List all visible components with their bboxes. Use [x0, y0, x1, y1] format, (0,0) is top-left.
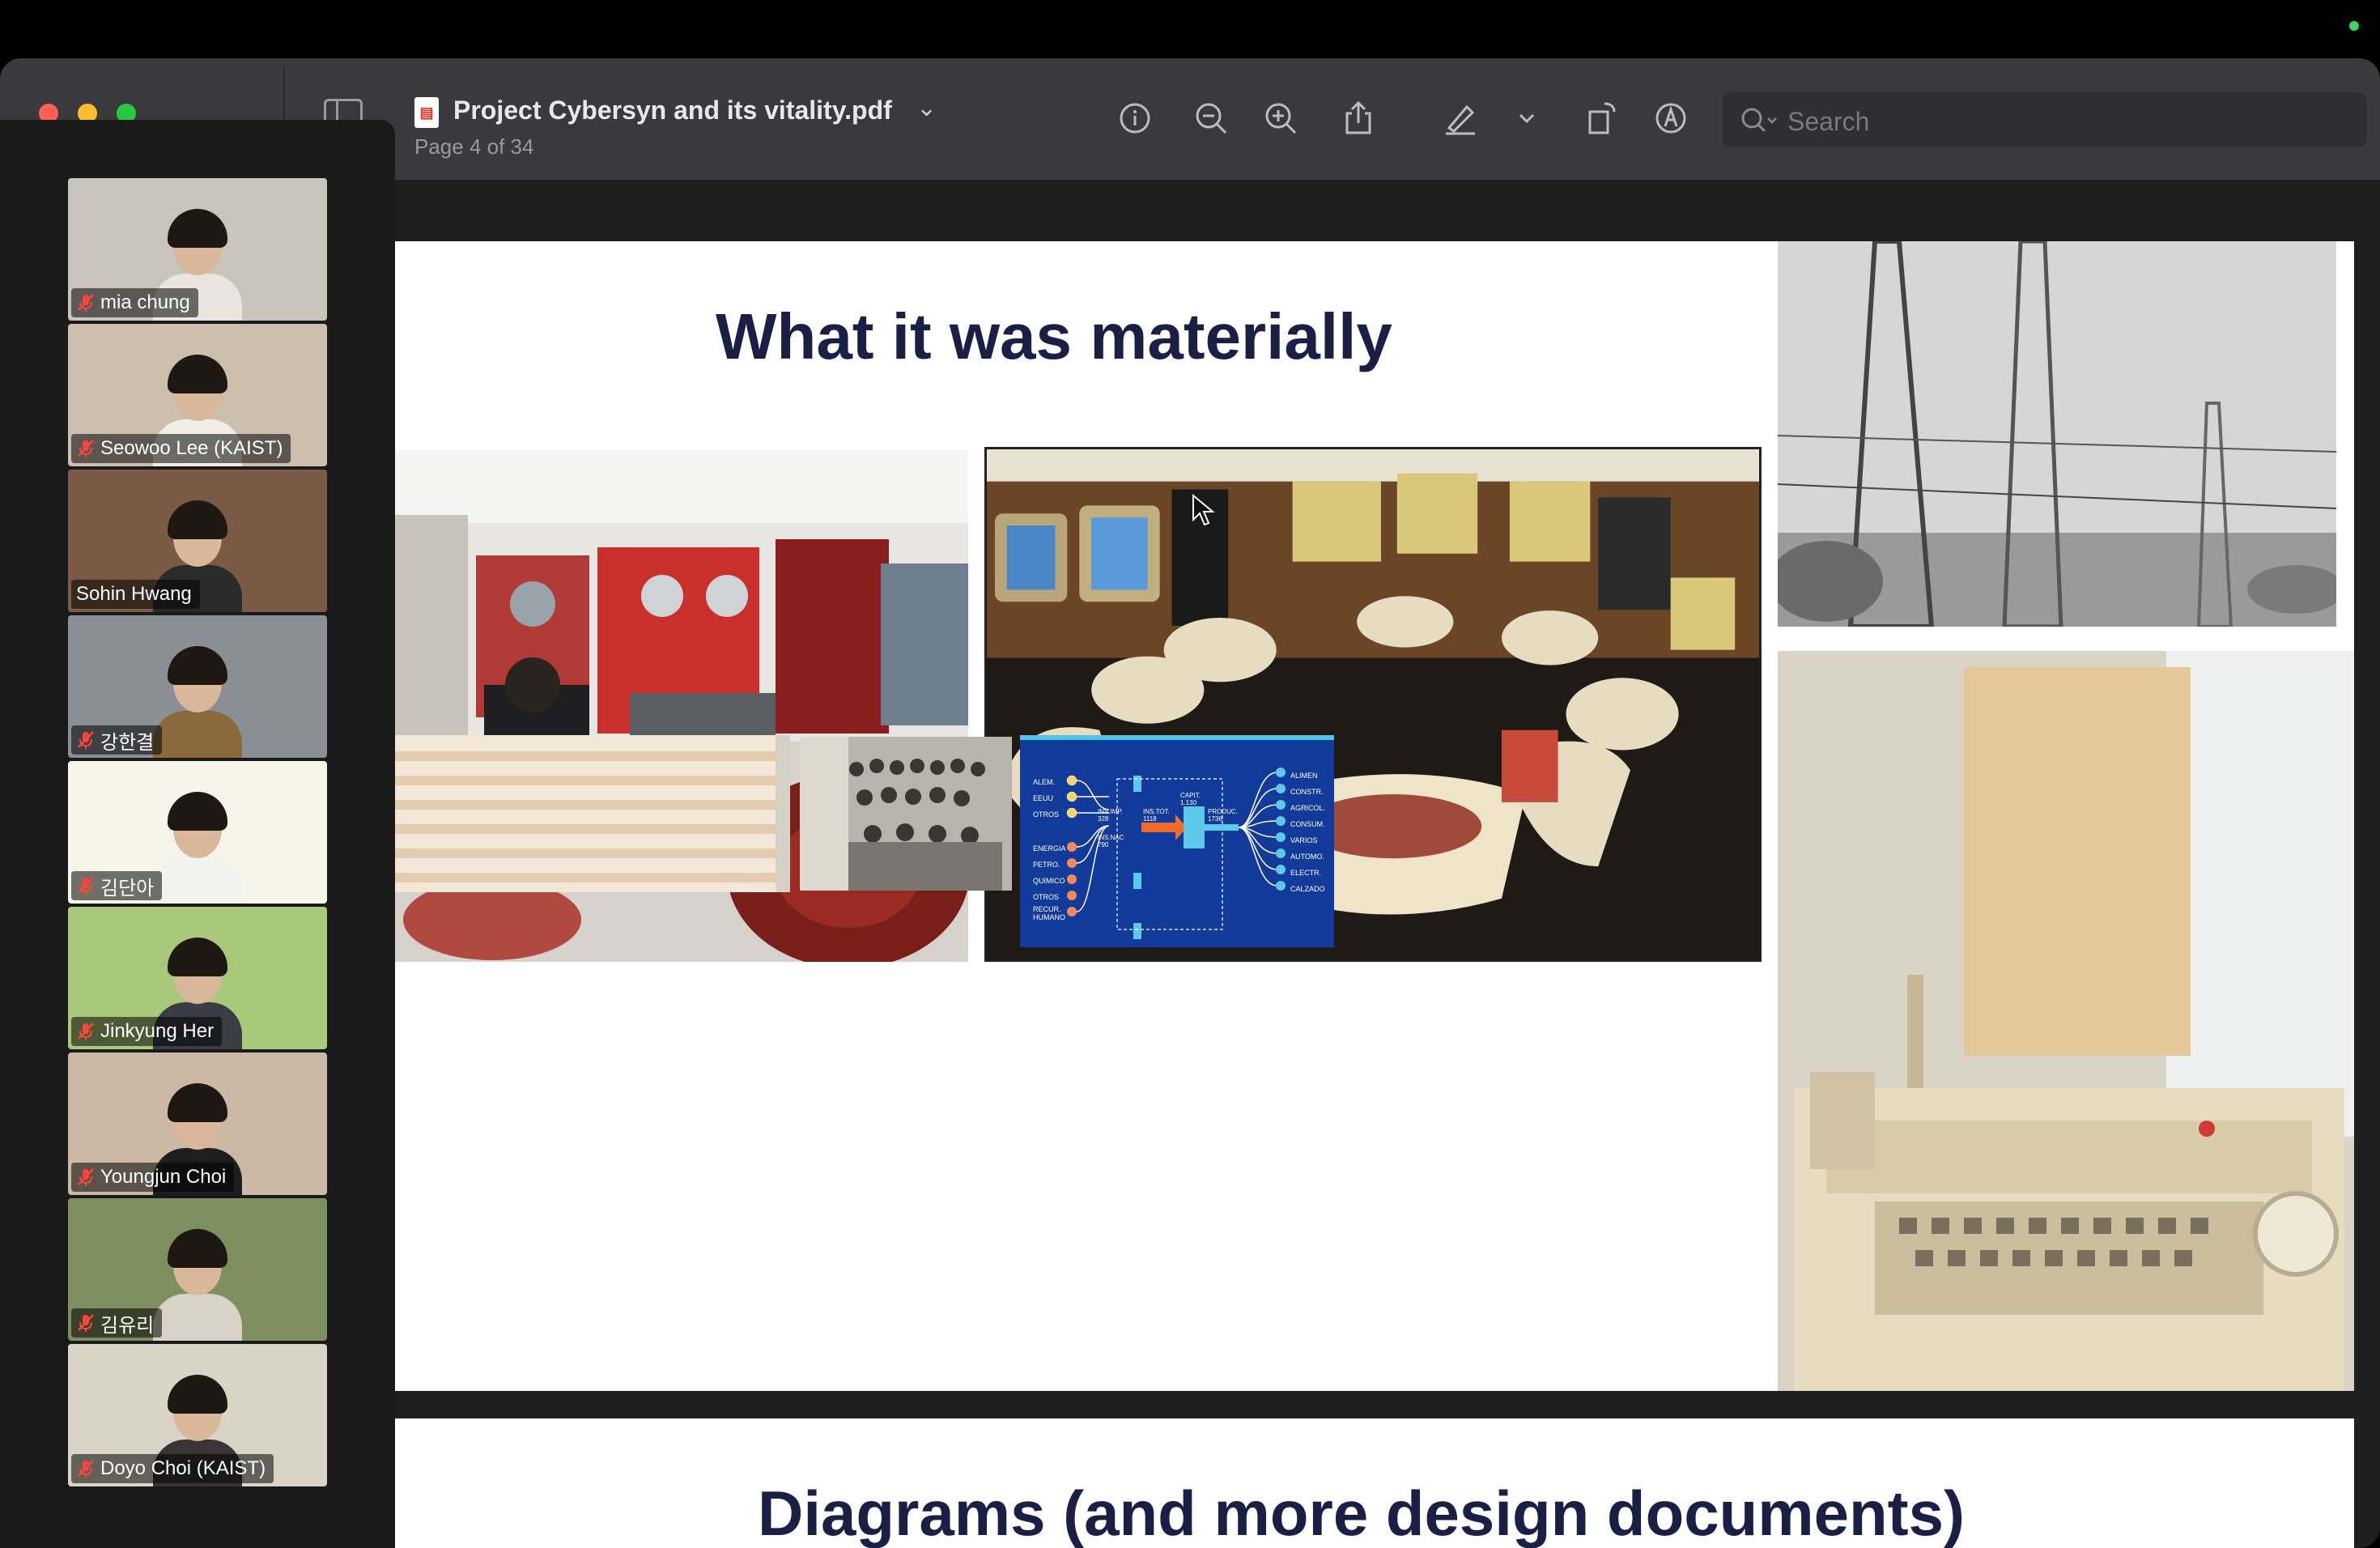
diagram-output-label: CONSTR. [1290, 788, 1324, 796]
muted-microphone-icon [78, 1460, 94, 1478]
diagram-input-label: OTROS [1033, 810, 1060, 819]
diagram-output-label: CONSUM. [1290, 820, 1325, 828]
participant-name: 김유리 [100, 1314, 155, 1337]
participant-tile[interactable]: Sohin Hwang [68, 470, 327, 612]
team-group-photo [800, 737, 1012, 891]
pdf-page-next: Diagrams (and more design documents) [395, 1418, 2354, 1548]
diagram-output-label: ELECTR. [1290, 869, 1322, 877]
participant-tile[interactable]: Youngjun Choi [68, 1053, 327, 1195]
participant-tile[interactable]: 강한결 [68, 615, 327, 758]
telex-towers-photo [1778, 241, 2336, 627]
participant-tile[interactable]: 김단아 [68, 761, 327, 904]
rotate-icon[interactable] [1582, 100, 1621, 139]
participant-video [153, 1227, 242, 1341]
participant-name-tag: 강한결 [71, 725, 163, 755]
diagram-input-label: ENERGIA [1033, 844, 1066, 853]
status-indicator [2349, 21, 2359, 31]
chevron-down-icon[interactable]: ⌄ [916, 94, 937, 122]
muted-microphone-icon [78, 294, 94, 312]
next-slide-title: Diagrams (and more design documents) [758, 1478, 1965, 1548]
participant-name: Sohin Hwang [76, 583, 192, 605]
muted-microphone-icon [78, 440, 94, 457]
muted-microphone-icon [78, 731, 94, 749]
document-viewer[interactable]: What it was materially ALEM. EEUU OTROS … [395, 180, 2380, 1548]
diagram-input-labels: ALEM. EEUU OTROS ENERGIA PETRO. QUIMICO … [1033, 774, 1066, 921]
production-flow-diagram: ALEM. EEUU OTROS ENERGIA PETRO. QUIMICO … [1020, 735, 1334, 947]
participant-name: Seowoo Lee (KAIST) [100, 437, 283, 459]
page-indicator: Page 4 of 34 [414, 134, 534, 159]
diagram-output-label: VARIOS [1290, 836, 1318, 844]
diagram-output-labels: ALIMEN CONSTR. AGRICOL. CONSUM. VARIOS A… [1290, 768, 1325, 897]
info-icon[interactable] [1116, 100, 1154, 139]
participant-tile[interactable]: Seowoo Lee (KAIST) [68, 324, 327, 466]
printout-photo [395, 735, 790, 892]
diagram-output-label: AUTOMO. [1290, 853, 1324, 861]
participant-tile[interactable]: mia chung [68, 178, 327, 321]
participant-name-tag: Youngjun Choi [71, 1163, 235, 1192]
participant-name-tag: 김유리 [71, 1308, 163, 1337]
participant-name: Jinkyung Her [100, 1020, 215, 1042]
diagram-input-label: RECUR. HUMANO [1033, 905, 1065, 921]
participants-gallery: mia chung Seowoo Lee (KAIST) Sohin Hwang 강한… [0, 120, 395, 1548]
produc-label: PRODUC. 1736 [1208, 808, 1238, 823]
ins-tot-label: INS.TOT. 1118 [1143, 808, 1170, 823]
participant-name: mia chung [100, 291, 190, 313]
participant-name: 김단아 [100, 877, 155, 899]
diagram-output-label: ALIMEN [1290, 772, 1318, 780]
diagram-input-label: EEUU [1033, 794, 1054, 802]
search-input[interactable]: Search [1721, 91, 2369, 149]
participant-name-tag: mia chung [71, 288, 198, 317]
participant-name: Youngjun Choi [100, 1166, 227, 1188]
participant-name-tag: 김단아 [71, 871, 163, 900]
highlight-options-chevron-icon[interactable] [1507, 100, 1546, 139]
capit-label: CAPIT. 1.130 [1180, 792, 1201, 806]
pdf-file-icon: ▤ [414, 97, 439, 128]
document-title[interactable]: Project Cybersyn and its vitality.pdf [453, 96, 892, 125]
diagram-input-label: PETRO. [1033, 861, 1060, 869]
mouse-cursor-icon [1192, 494, 1215, 526]
participant-video [153, 790, 242, 904]
zoom-in-icon[interactable] [1261, 100, 1300, 139]
participant-tile[interactable]: Jinkyung Her [68, 907, 327, 1049]
muted-microphone-icon [78, 1023, 94, 1040]
muted-microphone-icon [78, 877, 94, 895]
share-icon[interactable] [1339, 100, 1378, 139]
markup-icon[interactable] [1651, 100, 1690, 139]
diagram-input-label: ALEM. [1033, 778, 1056, 786]
participant-name-tag: Seowoo Lee (KAIST) [71, 434, 291, 463]
muted-microphone-icon [78, 1314, 94, 1332]
participant-name-tag: Jinkyung Her [71, 1017, 223, 1046]
search-placeholder: Search [1787, 107, 1870, 136]
participant-tile[interactable]: 김유리 [68, 1198, 327, 1341]
slide-title: What it was materially [716, 300, 1392, 372]
diagram-input-label: QUIMICO [1033, 877, 1065, 885]
diagram-input-label: OTROS [1033, 893, 1060, 901]
participant-name-tag: Sohin Hwang [71, 580, 200, 609]
participant-tile[interactable]: Doyo Choi (KAIST) [68, 1344, 327, 1486]
highlight-pen-icon[interactable] [1441, 100, 1480, 139]
diagram-output-label: CALZADO [1290, 885, 1325, 893]
pdf-page-current: What it was materially ALEM. EEUU OTROS … [395, 241, 2354, 1391]
participant-name: Doyo Choi (KAIST) [100, 1457, 266, 1479]
muted-microphone-icon [78, 1168, 94, 1186]
ins-imp-label: INS.IMP. 328 [1098, 808, 1123, 823]
participant-video [153, 644, 242, 758]
ins-nac-label: INS.NAC 790 [1098, 834, 1124, 848]
zoom-out-icon[interactable] [1192, 100, 1230, 139]
search-icon [1741, 108, 1777, 133]
participant-name: 강한결 [100, 731, 155, 754]
participant-name-tag: Doyo Choi (KAIST) [71, 1454, 274, 1483]
diagram-output-label: AGRICOL. [1290, 804, 1326, 812]
teletype-machine-photo [1778, 651, 2354, 1391]
